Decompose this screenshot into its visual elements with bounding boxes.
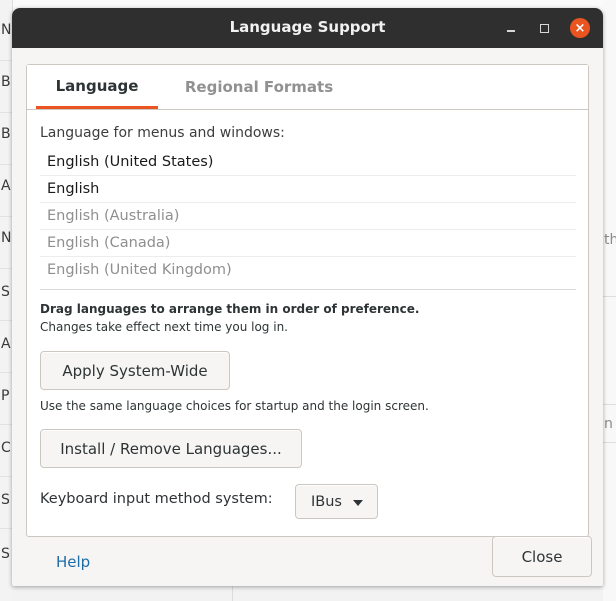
background-letter: S: [1, 546, 10, 562]
background-letter: P: [1, 388, 10, 404]
window-close-button[interactable]: ×: [568, 16, 592, 40]
background-divider: [603, 404, 616, 405]
maximize-icon: [539, 23, 549, 33]
background-right-column: [603, 0, 616, 601]
close-button[interactable]: Close: [492, 536, 592, 577]
maximize-button[interactable]: [532, 16, 556, 40]
background-fragment: n: [604, 416, 613, 432]
apply-note: Use the same language choices for startu…: [40, 399, 429, 413]
minimize-icon: [507, 30, 515, 32]
apply-system-wide-button[interactable]: Apply System-Wide: [40, 351, 230, 390]
tab-language[interactable]: Language: [36, 65, 158, 109]
install-remove-languages-button[interactable]: Install / Remove Languages...: [40, 429, 302, 468]
background-letter: A: [1, 336, 11, 352]
language-support-dialog: Language Support × Language Regional For…: [12, 8, 603, 586]
background-letter: N: [1, 22, 12, 38]
background-divider: [0, 372, 12, 373]
background-divider: [0, 528, 12, 529]
notebook: Language Regional Formats Language for m…: [26, 64, 589, 537]
background-fragment: th: [604, 232, 616, 248]
background-letter: B: [1, 126, 11, 142]
minimize-button[interactable]: [499, 16, 523, 40]
change-note: Changes take effect next time you log in…: [40, 320, 288, 334]
background-letter: C: [1, 440, 11, 456]
background-divider: [232, 586, 233, 601]
background-letter: N: [1, 230, 12, 246]
keyboard-input-label: Keyboard input method system:: [40, 491, 273, 507]
keyboard-input-method-dropdown[interactable]: IBus: [295, 484, 378, 519]
language-item-english-canada[interactable]: English (Canada): [40, 230, 576, 257]
chevron-down-icon: [353, 500, 363, 506]
tab-regional-formats[interactable]: Regional Formats: [175, 65, 343, 109]
language-item-english[interactable]: English: [40, 176, 576, 203]
background-divider: [0, 60, 12, 61]
background-divider: [603, 296, 616, 297]
background-divider: [0, 424, 12, 425]
language-list[interactable]: English (United States) English English …: [40, 149, 576, 284]
background-divider: [0, 320, 12, 321]
background-bottom-strip: [12, 586, 603, 601]
list-divider: [40, 289, 576, 290]
language-item-english-australia[interactable]: English (Australia): [40, 203, 576, 230]
background-divider: [0, 164, 12, 165]
close-icon: ×: [570, 18, 590, 38]
background-letter: B: [1, 74, 11, 90]
keyboard-input-method-value: IBus: [311, 493, 342, 510]
tab-bar: Language Regional Formats: [27, 65, 588, 110]
background-divider: [0, 476, 12, 477]
background-letter: S: [1, 492, 10, 508]
background-divider: [0, 268, 12, 269]
background-divider: [0, 216, 12, 217]
help-link[interactable]: Help: [56, 553, 90, 571]
background-divider: [0, 112, 12, 113]
titlebar[interactable]: Language Support ×: [12, 8, 603, 48]
background-divider: [603, 442, 616, 443]
language-list-label: Language for menus and windows:: [40, 125, 285, 141]
drag-hint: Drag languages to arrange them in order …: [40, 302, 420, 316]
language-item-english-us[interactable]: English (United States): [40, 149, 576, 176]
language-item-english-uk[interactable]: English (United Kingdom): [40, 257, 576, 284]
background-letter: A: [1, 178, 11, 194]
background-letter: S: [1, 284, 10, 300]
